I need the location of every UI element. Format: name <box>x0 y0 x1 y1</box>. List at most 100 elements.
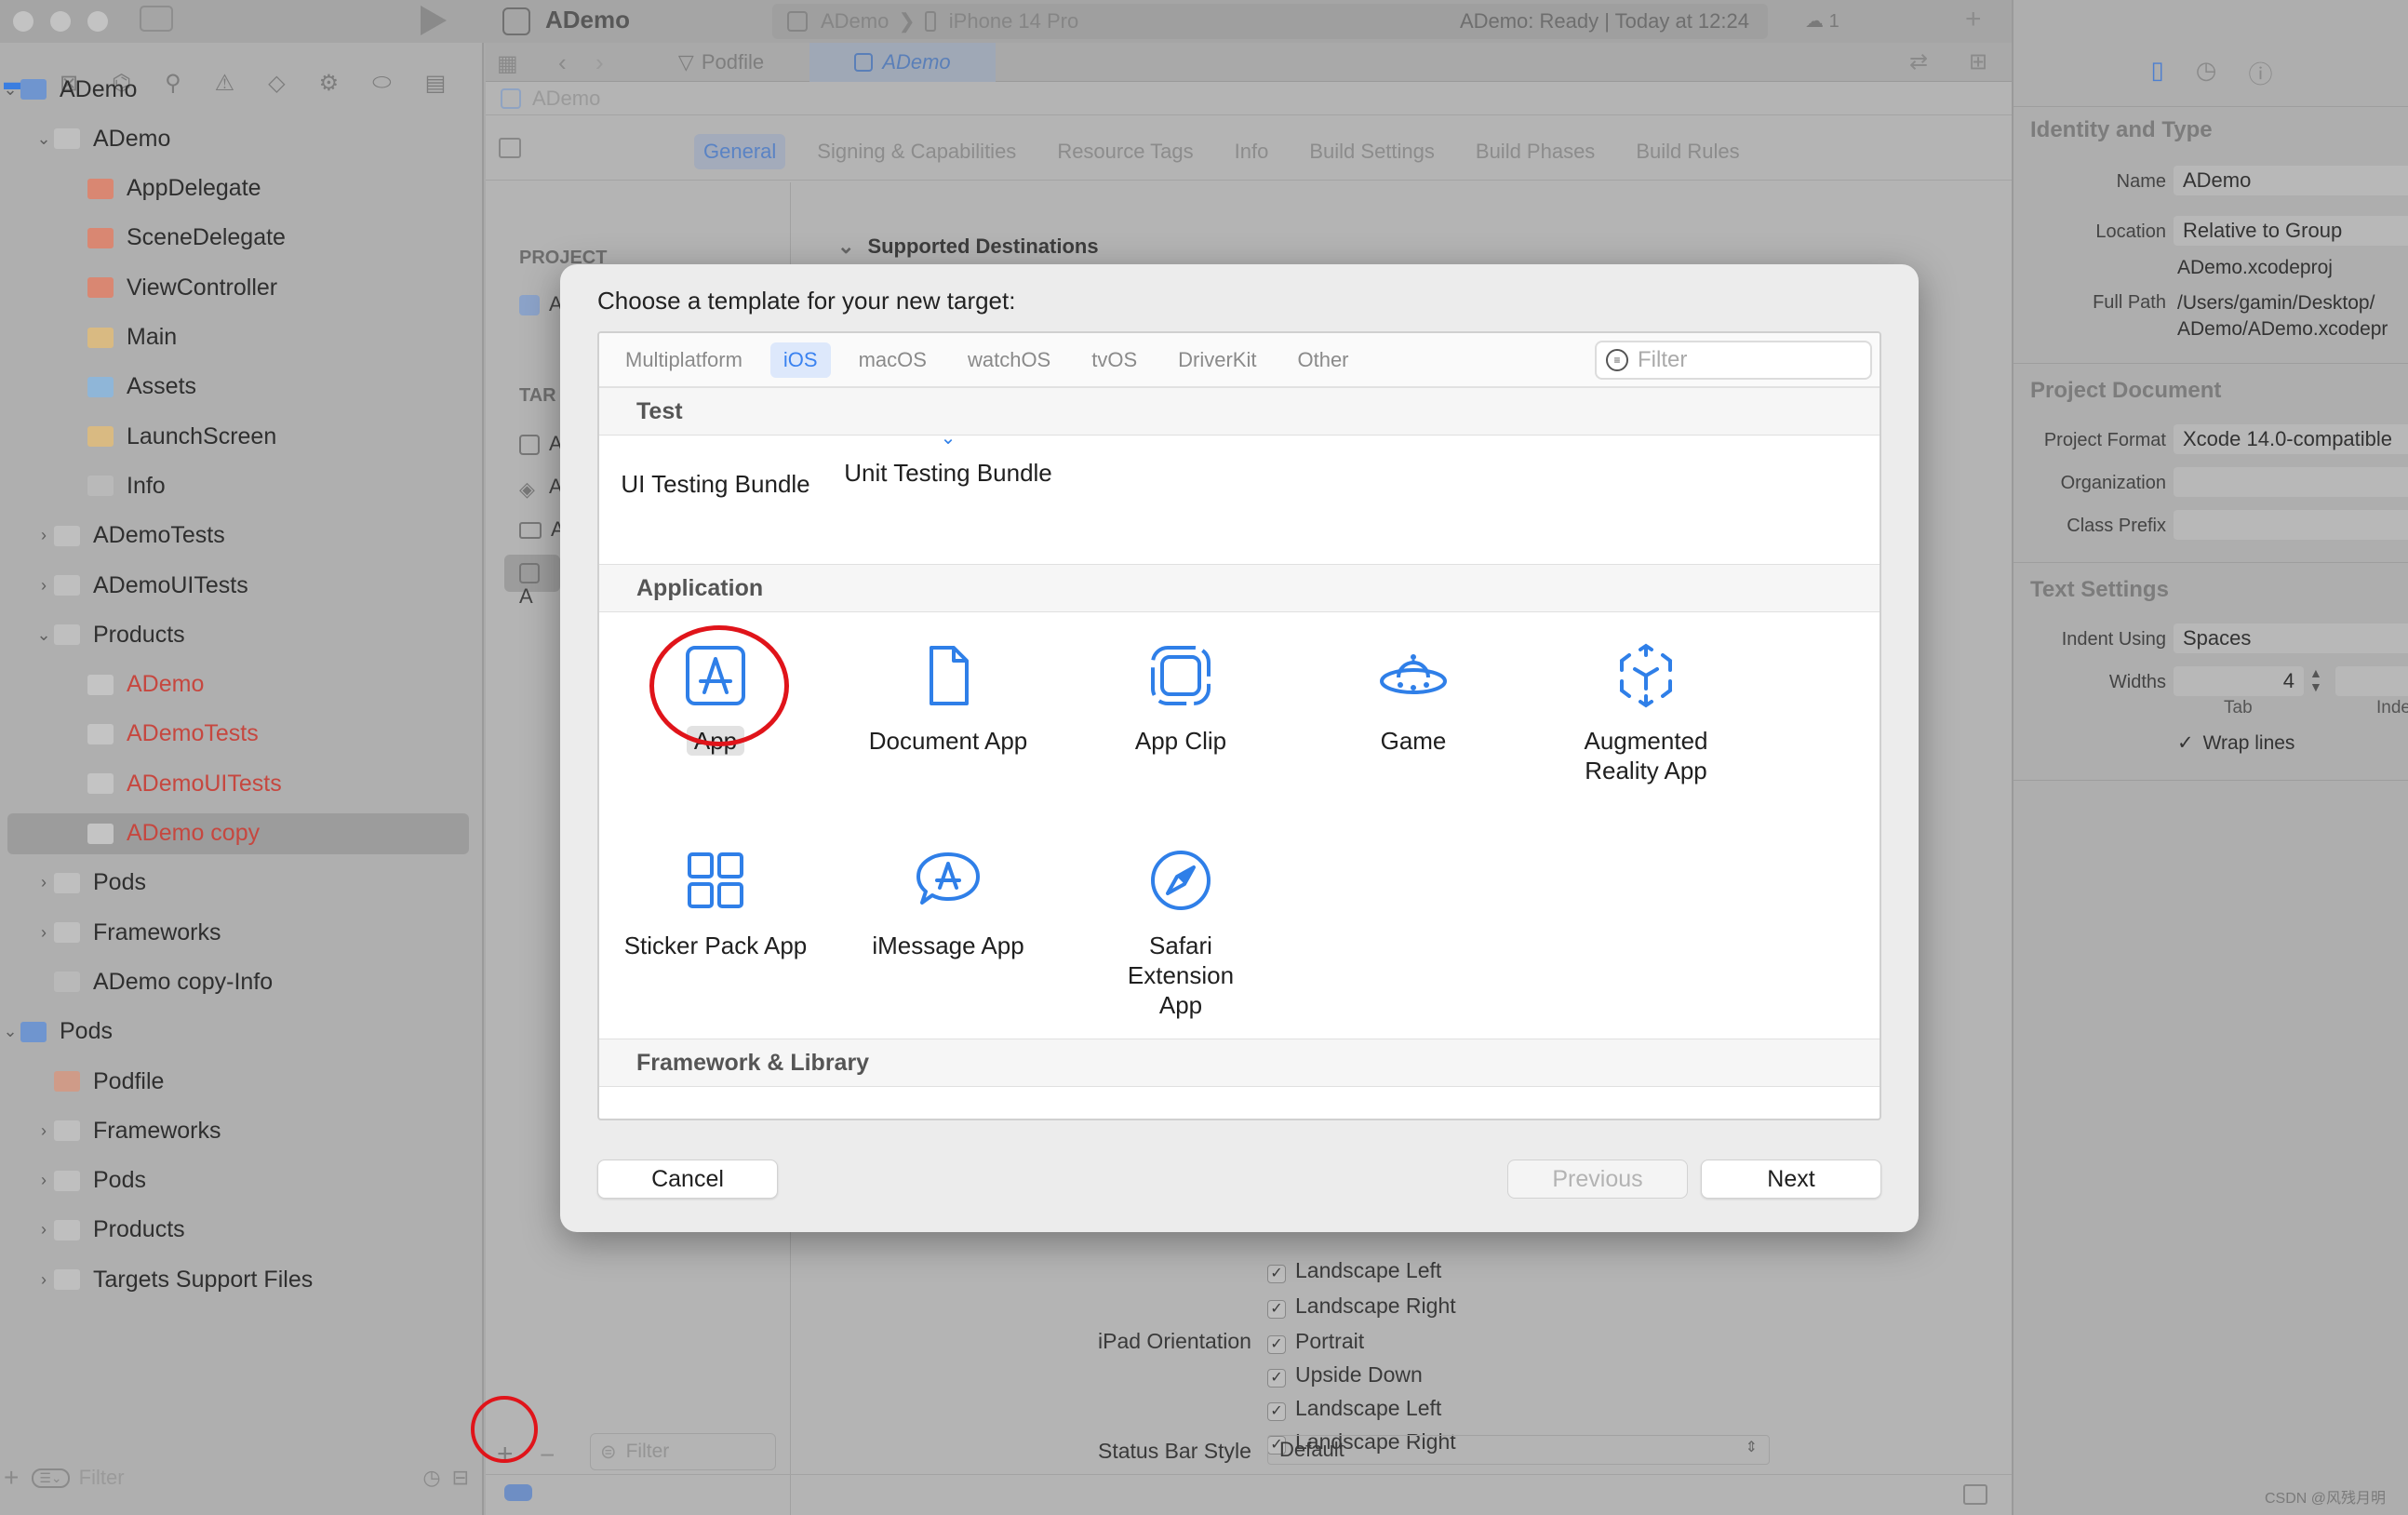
chevron-down-icon[interactable]: ⌄ <box>0 80 20 100</box>
tree-row-folder[interactable]: ⌄ Products <box>0 614 484 655</box>
add-icon[interactable]: + <box>4 1463 19 1493</box>
tree-row-assets[interactable]: Assets <box>0 367 484 408</box>
template-filter-input[interactable]: ≡ Filter <box>1595 341 1872 380</box>
chevron-right-icon[interactable]: › <box>33 526 54 545</box>
orientation-checkbox[interactable]: ✓ Landscape Left <box>1267 1396 1441 1421</box>
tree-row-project[interactable]: ⌄ Pods <box>0 1012 484 1052</box>
settings-tab[interactable]: Build Phases <box>1466 134 1604 169</box>
settings-tab[interactable]: Resource Tags <box>1048 134 1202 169</box>
template-ui-testing-bundle[interactable]: UI Testing Bundle <box>599 436 832 499</box>
chevron-right-icon[interactable]: › <box>33 1220 54 1240</box>
tree-row-swift[interactable]: AppDelegate <box>0 168 484 209</box>
recent-files-icon[interactable]: ◷ <box>422 1466 440 1490</box>
navigator-filter-input[interactable]: Filter <box>79 1466 125 1490</box>
platform-tab[interactable]: Multiplatform <box>612 342 756 378</box>
remove-target-button[interactable]: − <box>540 1441 555 1470</box>
minimize-window-button[interactable] <box>50 11 71 32</box>
warnings-badge[interactable]: ☁ 1 <box>1805 9 1839 33</box>
template-document-app[interactable]: Document App <box>832 638 1064 756</box>
chevron-right-icon[interactable]: › <box>33 1270 54 1290</box>
settings-tab[interactable]: General <box>694 134 786 169</box>
settings-tab[interactable]: Build Settings <box>1300 134 1444 169</box>
split-editor-icon[interactable]: ⊞ <box>1969 48 1987 75</box>
show-debug-icon[interactable] <box>1963 1484 1987 1505</box>
indent-width-field[interactable] <box>2335 666 2408 696</box>
tree-row-plist[interactable]: ADemo copy-Info <box>0 961 484 1002</box>
platform-tab[interactable]: tvOS <box>1078 342 1150 378</box>
tree-row-folder[interactable]: › Frameworks <box>0 912 484 953</box>
tree-row-folder[interactable]: › Frameworks <box>0 1110 484 1151</box>
tree-row-folder[interactable]: › ADemoTests <box>0 516 484 556</box>
filter-options-icon[interactable]: ☰⌄ <box>32 1468 70 1488</box>
settings-tab[interactable]: Build Rules <box>1626 134 1748 169</box>
template-safari-extension-app[interactable]: Safari Extension App <box>1064 843 1297 1020</box>
related-items-icon[interactable]: ⇄ <box>1909 48 1928 75</box>
tree-row-podfile[interactable]: Podfile <box>0 1061 484 1102</box>
tab-ademo[interactable]: ADemo <box>809 43 996 82</box>
tree-row-folder[interactable]: › Products <box>0 1210 484 1251</box>
back-icon[interactable]: ‹ <box>558 48 567 77</box>
template-game[interactable]: Game <box>1297 638 1530 756</box>
chevron-right-icon[interactable]: › <box>33 873 54 892</box>
status-bar-style-select[interactable]: Default ⇕ <box>1267 1435 1770 1465</box>
targets-filter-input[interactable]: ⊜ Filter <box>590 1433 776 1470</box>
target-row[interactable]: ◈ A <box>519 475 563 501</box>
add-library-icon[interactable]: + <box>1965 4 1982 35</box>
settings-tab[interactable]: Signing & Capabilities <box>808 134 1025 169</box>
target-row-selected[interactable]: A <box>504 555 560 608</box>
chevron-down-icon[interactable]: ⌄ <box>0 1022 20 1041</box>
tree-row-swift[interactable]: ViewController <box>0 267 484 308</box>
platform-tab[interactable]: Other <box>1284 342 1361 378</box>
tree-row-product[interactable]: ADemo copy <box>7 812 469 854</box>
platform-tab[interactable]: macOS <box>846 342 940 378</box>
chevron-right-icon[interactable]: › <box>33 923 54 943</box>
target-row[interactable]: A <box>519 432 563 456</box>
tree-row-folder[interactable]: › Pods <box>0 863 484 904</box>
template-imessage-app[interactable]: iMessage App <box>832 843 1064 960</box>
template-sticker-pack-app[interactable]: Sticker Pack App <box>599 843 832 960</box>
organization-field[interactable] <box>2174 467 2408 497</box>
scheme-selector[interactable]: ADemo ❯ iPhone 14 Pro ADemo: Ready | Tod… <box>772 4 1768 39</box>
close-window-button[interactable] <box>13 11 33 32</box>
chevron-right-icon[interactable]: › <box>33 576 54 596</box>
file-inspector-icon[interactable]: ▯ <box>2150 56 2163 102</box>
tree-row-product[interactable]: ADemoUITests <box>0 763 484 804</box>
platform-tab[interactable]: DriverKit <box>1165 342 1269 378</box>
orientation-checkbox[interactable]: ✓ Landscape Right <box>1267 1294 1456 1319</box>
chevron-right-icon[interactable]: › <box>33 1121 54 1141</box>
chevron-down-icon[interactable]: ⌄ <box>33 625 54 645</box>
template-app-clip[interactable]: App Clip <box>1064 638 1297 756</box>
breadcrumb[interactable]: ADemo <box>532 87 600 111</box>
next-button[interactable]: Next <box>1701 1160 1881 1199</box>
template-unit-testing-bundle[interactable]: ⌄ Unit Testing Bundle <box>832 428 1064 488</box>
supported-destinations-header[interactable]: ⌄ Supported Destinations <box>837 235 1099 259</box>
tree-row-folder[interactable]: ⌄ ADemo <box>0 118 484 159</box>
orientation-checkbox[interactable]: ✓ Upside Down <box>1267 1362 1423 1388</box>
previous-button[interactable]: Previous <box>1507 1160 1688 1199</box>
tab-width-field[interactable]: 4 <box>2174 666 2304 696</box>
template-augmented-reality-app[interactable]: Augmented Reality App <box>1530 638 1762 785</box>
orientation-checkbox[interactable]: ✓ Portrait <box>1267 1329 1364 1354</box>
tab-podfile[interactable]: ▽ Podfile <box>633 43 809 82</box>
format-select[interactable]: Xcode 14.0-compatible <box>2174 424 2408 454</box>
platform-tab[interactable]: watchOS <box>955 342 1064 378</box>
tree-row-product[interactable]: ADemoTests <box>0 714 484 755</box>
wrap-lines-checkbox[interactable]: ✓ Wrap lines <box>2177 731 2294 755</box>
platform-tab[interactable]: iOS <box>769 342 831 378</box>
help-icon[interactable]: ⓘ <box>2248 56 2272 102</box>
tree-row-plist[interactable]: Info <box>0 465 484 506</box>
target-row[interactable]: A <box>519 517 565 542</box>
device-name[interactable]: iPhone 14 Pro <box>949 9 1078 34</box>
chevron-down-icon[interactable]: ⌄ <box>33 129 54 149</box>
run-icon[interactable] <box>421 6 447 35</box>
history-icon[interactable]: ◷ <box>2196 56 2217 102</box>
debug-area-icon[interactable] <box>504 1484 532 1501</box>
grid-icon[interactable]: ▦ <box>497 50 518 77</box>
tree-row-xib[interactable]: LaunchScreen <box>0 416 484 457</box>
tree-row-swift[interactable]: SceneDelegate <box>0 218 484 259</box>
project-row[interactable]: A <box>519 292 563 316</box>
tree-row-folder[interactable]: › ADemoUITests <box>0 565 484 606</box>
class-prefix-field[interactable] <box>2174 510 2408 540</box>
inspector-toggle-icon[interactable] <box>499 138 521 158</box>
tree-row-xib[interactable]: Main <box>0 317 484 358</box>
